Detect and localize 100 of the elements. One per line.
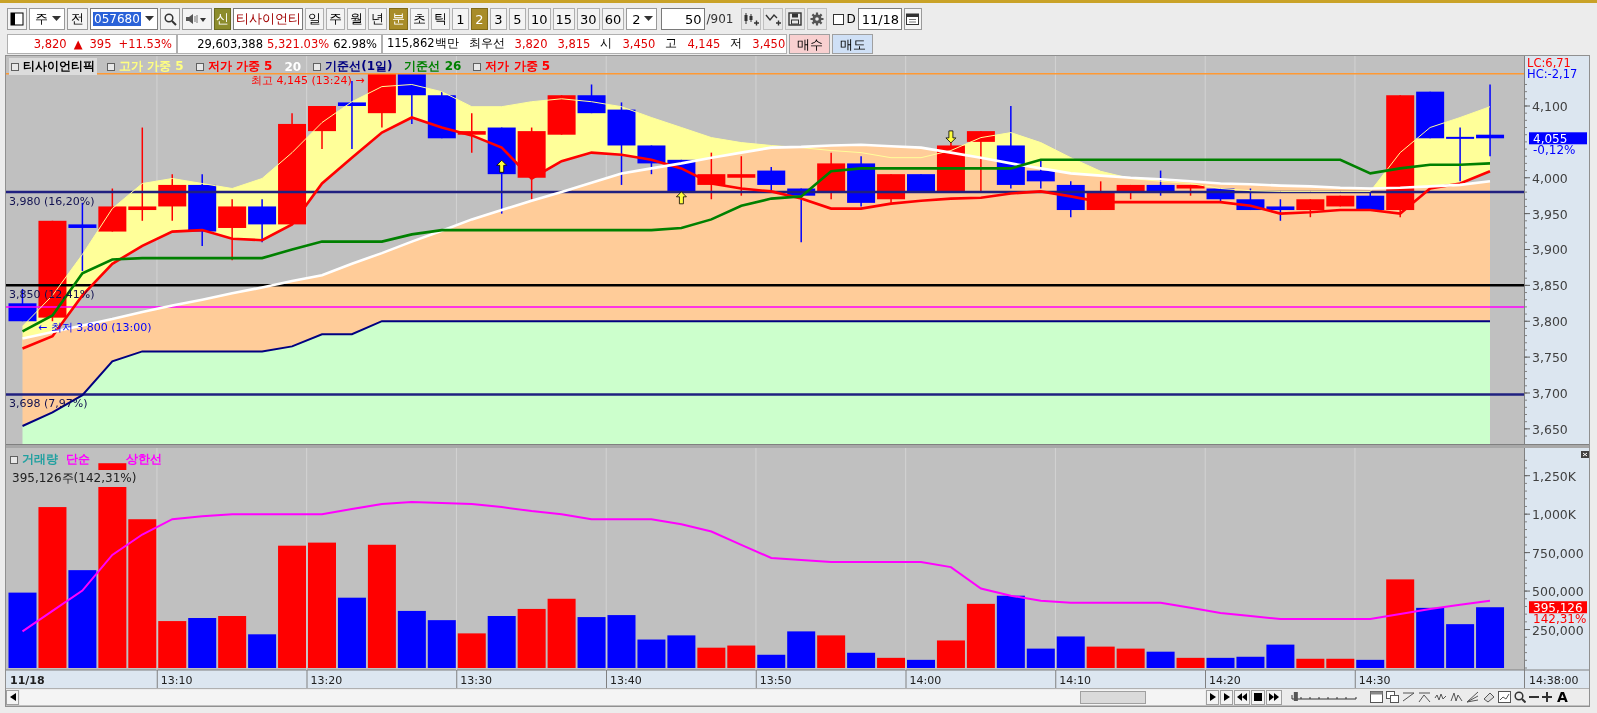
- quote-value: 3,450: [752, 36, 786, 51]
- axis-label: 3,950: [1532, 206, 1568, 222]
- square-icon: [313, 62, 322, 71]
- time-label: 14:10: [1059, 674, 1091, 687]
- axis-label: 3,750: [1532, 350, 1568, 366]
- price-tag: 4,055: [1529, 131, 1587, 146]
- axis-label: 4,000: [1532, 170, 1568, 186]
- rewind-button[interactable]: [1234, 689, 1250, 705]
- quote-value: 29,603,388: [197, 36, 263, 51]
- period-toggle[interactable]: 초: [410, 8, 429, 30]
- up-arrow-icon: [676, 191, 687, 205]
- wave-icon[interactable]: [1434, 691, 1447, 703]
- period-toggle[interactable]: 월: [347, 8, 366, 30]
- caret-icon: [644, 16, 654, 22]
- trend-line-icon[interactable]: [1418, 691, 1431, 703]
- time-label: 14:20: [1209, 674, 1241, 687]
- close-icon[interactable]: [1581, 451, 1589, 458]
- period-toggle[interactable]: 틱: [431, 8, 450, 30]
- stop-button[interactable]: [1251, 689, 1265, 705]
- settings-button[interactable]: [807, 8, 828, 30]
- save-button[interactable]: [785, 8, 806, 30]
- all-button[interactable]: 전: [67, 8, 88, 30]
- layout-icon: [10, 12, 24, 26]
- period-toggle[interactable]: 10: [528, 8, 551, 30]
- period-toggle[interactable]: 15: [552, 8, 576, 30]
- play-button[interactable]: [1220, 689, 1233, 705]
- candlestick: [1326, 194, 1355, 208]
- candlestick: [1266, 198, 1295, 222]
- period-toggle[interactable]: 일: [305, 8, 324, 30]
- reference-label: 3,980 (16,20%): [9, 195, 95, 209]
- time-label: 14:30: [1358, 674, 1391, 687]
- date-label: 11/18: [10, 674, 45, 687]
- fan-lines-icon[interactable]: [1466, 691, 1479, 703]
- calendar-icon: [906, 13, 920, 25]
- period-toggle[interactable]: 5: [509, 8, 526, 30]
- slider-thumb[interactable]: [1293, 692, 1298, 701]
- line-tool-button[interactable]: [763, 8, 784, 30]
- fast-forward-button[interactable]: [1266, 689, 1282, 705]
- font-button[interactable]: A: [1555, 689, 1570, 705]
- down-arrow-icon: [945, 130, 957, 144]
- plus-icon[interactable]: [1542, 691, 1552, 703]
- count-field[interactable]: 50: [661, 8, 706, 30]
- dropdown[interactable]: 주: [29, 8, 65, 30]
- caret-icon: [145, 16, 154, 22]
- candlestick: [218, 198, 247, 261]
- period-toggle[interactable]: 년: [368, 8, 387, 30]
- period-toggle[interactable]: 60: [601, 8, 625, 30]
- calendar-button[interactable]: [903, 8, 922, 30]
- axis-label: 3,800: [1532, 314, 1568, 330]
- volume-tag: 395,126: [1529, 600, 1587, 615]
- period-toggle[interactable]: 주: [326, 8, 345, 30]
- buy-button[interactable]: 매수: [789, 33, 830, 54]
- quote-value: 3,450: [622, 36, 656, 51]
- quote-value: 115,862백만: [387, 36, 459, 51]
- speaker-button[interactable]: [182, 8, 212, 30]
- stock-name-field[interactable]: 티사이언티: [233, 8, 303, 30]
- trend-line-icon[interactable]: [1402, 691, 1415, 703]
- square-icon: [107, 62, 115, 71]
- new-badge: 신: [214, 8, 231, 30]
- square-icon: [195, 62, 204, 71]
- chart-window-icon[interactable]: [1498, 691, 1511, 703]
- scroll-right-button[interactable]: [1206, 689, 1219, 705]
- legend-item[interactable]: 기준선(1일): [311, 58, 395, 75]
- quote-value: 3,815: [557, 36, 591, 51]
- date-field[interactable]: 11/18: [857, 8, 902, 30]
- time-label: 14:00: [909, 674, 942, 687]
- speaker-icon: [185, 13, 209, 25]
- sell-button[interactable]: 매도: [832, 33, 873, 54]
- candlestick-plus-icon: [743, 12, 760, 26]
- stock-code-field[interactable]: 057680: [90, 8, 158, 30]
- dropdown[interactable]: 2: [626, 8, 658, 30]
- play-icon: [1223, 693, 1230, 701]
- quote-value: 3,820: [33, 36, 67, 51]
- spike-icon[interactable]: [1450, 691, 1463, 703]
- axis-label: 1,000K: [1532, 507, 1576, 523]
- search-button[interactable]: [160, 8, 180, 30]
- fast-forward-icon: [1269, 693, 1279, 701]
- square-icon: [10, 455, 18, 464]
- period-toggle[interactable]: 30: [577, 8, 600, 30]
- scrollbar-thumb[interactable]: [1080, 690, 1146, 704]
- quote-value: 고: [665, 36, 678, 51]
- candlestick: [1056, 180, 1085, 218]
- annotation-label: ← 최저 3,800 (13:00): [37, 321, 152, 335]
- scroll-left-button[interactable]: [6, 689, 19, 705]
- checkbox[interactable]: [833, 13, 845, 25]
- eraser-icon[interactable]: [1482, 691, 1495, 703]
- windows-icon[interactable]: [1386, 691, 1399, 703]
- layout-button[interactable]: [7, 8, 27, 30]
- candlestick: [1446, 126, 1475, 183]
- axis-label: 3,650: [1532, 421, 1568, 437]
- speed-slider[interactable]: [1289, 691, 1359, 703]
- candle-tool-button[interactable]: [741, 8, 762, 30]
- legend-item[interactable]: 티사이언티픽: [9, 58, 97, 75]
- quote-value: 4,145: [687, 36, 721, 51]
- zoom-icon[interactable]: [1514, 691, 1526, 703]
- period-toggle[interactable]: 1: [452, 8, 469, 30]
- window-icon[interactable]: [1370, 691, 1383, 703]
- quote-value: 5,321.03%: [267, 36, 330, 51]
- candlestick: [1206, 187, 1235, 204]
- period-toggle[interactable]: 3: [490, 8, 507, 30]
